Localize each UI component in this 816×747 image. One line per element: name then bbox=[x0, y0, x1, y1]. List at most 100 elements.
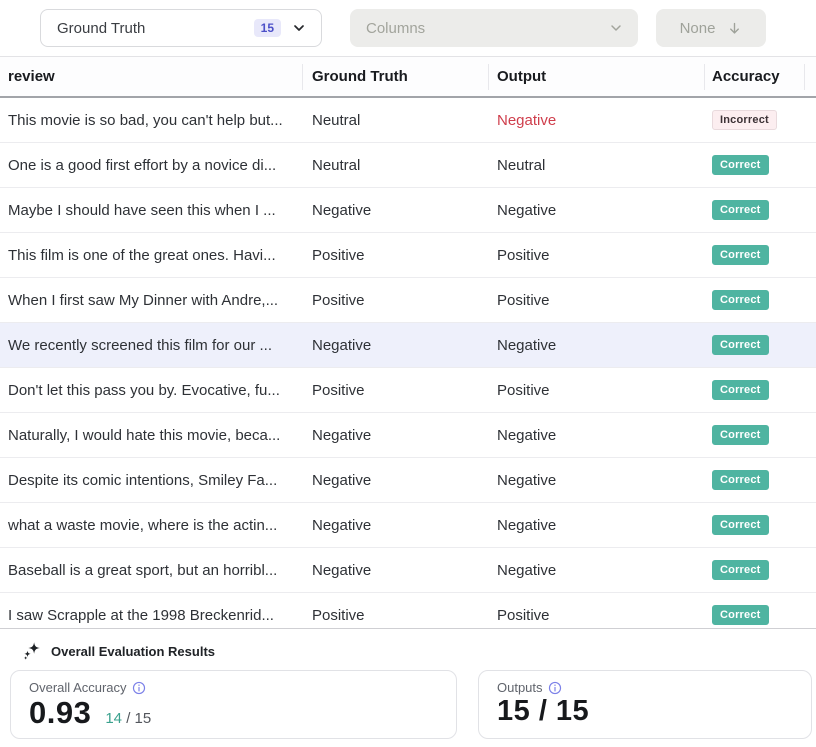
overall-results-panel: Overall Evaluation Results Overall Accur… bbox=[0, 628, 816, 747]
cell-accuracy: Correct bbox=[705, 470, 805, 490]
table-row[interactable]: Naturally, I would hate this movie, beca… bbox=[0, 413, 816, 458]
table-row[interactable]: This movie is so bad, you can't help but… bbox=[0, 98, 816, 143]
cell-ground-truth: Negative bbox=[303, 517, 489, 534]
cell-ground-truth: Neutral bbox=[303, 112, 489, 129]
columns-select-label: Columns bbox=[366, 20, 608, 37]
accuracy-badge: Correct bbox=[712, 335, 769, 355]
accuracy-badge: Correct bbox=[712, 155, 769, 175]
cell-review: Maybe I should have seen this when I ... bbox=[0, 202, 303, 219]
table-row[interactable]: One is a good first effort by a novice d… bbox=[0, 143, 816, 188]
table-row[interactable]: We recently screened this film for our .… bbox=[0, 323, 816, 368]
cell-review: Despite its comic intentions, Smiley Fa.… bbox=[0, 472, 303, 489]
accuracy-badge: Correct bbox=[712, 515, 769, 535]
outputs-label: Outputs bbox=[497, 680, 543, 695]
column-header-accuracy: Accuracy bbox=[705, 64, 805, 90]
cell-ground-truth: Negative bbox=[303, 472, 489, 489]
cell-output: Negative bbox=[489, 472, 705, 489]
table-row[interactable]: Don't let this pass you by. Evocative, f… bbox=[0, 368, 816, 413]
cell-accuracy: Correct bbox=[705, 380, 805, 400]
table-row[interactable]: what a waste movie, where is the actin..… bbox=[0, 503, 816, 548]
info-icon[interactable] bbox=[132, 681, 146, 695]
accuracy-badge: Correct bbox=[712, 605, 769, 625]
outputs-card: Outputs 15 / 15 bbox=[478, 670, 812, 739]
cell-output: Negative bbox=[489, 427, 705, 444]
evaluation-panel: Ground Truth 15 Columns None review Grou… bbox=[0, 0, 816, 747]
cell-ground-truth: Negative bbox=[303, 562, 489, 579]
cell-review: Naturally, I would hate this movie, beca… bbox=[0, 427, 303, 444]
accuracy-badge: Correct bbox=[712, 380, 769, 400]
cell-accuracy: Correct bbox=[705, 560, 805, 580]
cell-output: Negative bbox=[489, 517, 705, 534]
cell-ground-truth: Positive bbox=[303, 247, 489, 264]
column-header-review: review bbox=[0, 64, 303, 90]
accuracy-badge: Incorrect bbox=[712, 110, 777, 130]
cell-accuracy: Correct bbox=[705, 245, 805, 265]
accuracy-badge: Correct bbox=[712, 470, 769, 490]
cell-review: This film is one of the great ones. Havi… bbox=[0, 247, 303, 264]
cell-output: Positive bbox=[489, 607, 705, 624]
cell-review: Baseball is a great sport, but an horrib… bbox=[0, 562, 303, 579]
sparkles-icon bbox=[22, 641, 42, 661]
cell-review: We recently screened this film for our .… bbox=[0, 337, 303, 354]
cell-review: This movie is so bad, you can't help but… bbox=[0, 112, 303, 129]
table-row[interactable]: Baseball is a great sport, but an horrib… bbox=[0, 548, 816, 593]
table-row[interactable]: When I first saw My Dinner with Andre,..… bbox=[0, 278, 816, 323]
sort-button[interactable]: None bbox=[656, 9, 766, 47]
filter-count-badge: 15 bbox=[254, 19, 281, 37]
cell-accuracy: Incorrect bbox=[705, 110, 805, 130]
cell-output: Negative bbox=[489, 562, 705, 579]
toolbar: Ground Truth 15 Columns None bbox=[0, 0, 816, 57]
cell-ground-truth: Neutral bbox=[303, 157, 489, 174]
columns-select[interactable]: Columns bbox=[350, 9, 638, 47]
table-row[interactable]: I saw Scrapple at the 1998 Breckenrid...… bbox=[0, 593, 816, 628]
cell-ground-truth: Negative bbox=[303, 337, 489, 354]
cell-review: I saw Scrapple at the 1998 Breckenrid... bbox=[0, 607, 303, 624]
cell-review: When I first saw My Dinner with Andre,..… bbox=[0, 292, 303, 309]
cell-output: Negative bbox=[489, 112, 705, 129]
overall-accuracy-card: Overall Accuracy 0.93 14 / 15 bbox=[10, 670, 457, 739]
table-row[interactable]: Despite its comic intentions, Smiley Fa.… bbox=[0, 458, 816, 503]
cell-accuracy: Correct bbox=[705, 515, 805, 535]
ground-truth-filter-select[interactable]: Ground Truth 15 bbox=[40, 9, 322, 47]
chevron-down-icon bbox=[291, 20, 307, 36]
results-title-row: Overall Evaluation Results bbox=[0, 638, 816, 664]
overall-accuracy-label: Overall Accuracy bbox=[29, 680, 127, 695]
info-icon[interactable] bbox=[548, 681, 562, 695]
cell-output: Neutral bbox=[489, 157, 705, 174]
cell-review: Don't let this pass you by. Evocative, f… bbox=[0, 382, 303, 399]
results-cards: Overall Accuracy 0.93 14 / 15 Outputs bbox=[0, 670, 816, 739]
cell-output: Positive bbox=[489, 292, 705, 309]
column-header-ground-truth: Ground Truth bbox=[303, 64, 489, 90]
cell-output: Positive bbox=[489, 382, 705, 399]
cell-accuracy: Correct bbox=[705, 335, 805, 355]
cell-output: Negative bbox=[489, 202, 705, 219]
cell-accuracy: Correct bbox=[705, 290, 805, 310]
cell-accuracy: Correct bbox=[705, 605, 805, 625]
cell-ground-truth: Positive bbox=[303, 607, 489, 624]
accuracy-badge: Correct bbox=[712, 200, 769, 220]
filter-select-label: Ground Truth bbox=[57, 20, 254, 37]
cell-accuracy: Correct bbox=[705, 155, 805, 175]
table-header: review Ground Truth Output Accuracy bbox=[0, 57, 816, 98]
table-row[interactable]: This film is one of the great ones. Havi… bbox=[0, 233, 816, 278]
cell-output: Positive bbox=[489, 247, 705, 264]
sort-button-label: None bbox=[680, 20, 716, 37]
arrow-down-icon bbox=[727, 21, 742, 36]
table-body: This movie is so bad, you can't help but… bbox=[0, 98, 816, 628]
cell-ground-truth: Negative bbox=[303, 202, 489, 219]
overall-accuracy-fraction: 14 / 15 bbox=[105, 710, 151, 727]
outputs-value: 15 / 15 bbox=[497, 695, 589, 728]
chevron-down-icon bbox=[608, 20, 624, 36]
overall-accuracy-value: 0.93 bbox=[29, 695, 91, 731]
cell-accuracy: Correct bbox=[705, 425, 805, 445]
accuracy-badge: Correct bbox=[712, 560, 769, 580]
cell-review: One is a good first effort by a novice d… bbox=[0, 157, 303, 174]
accuracy-badge: Correct bbox=[712, 425, 769, 445]
cell-output: Negative bbox=[489, 337, 705, 354]
cell-ground-truth: Positive bbox=[303, 292, 489, 309]
table-row[interactable]: Maybe I should have seen this when I ...… bbox=[0, 188, 816, 233]
cell-review: what a waste movie, where is the actin..… bbox=[0, 517, 303, 534]
cell-accuracy: Correct bbox=[705, 200, 805, 220]
accuracy-badge: Correct bbox=[712, 290, 769, 310]
results-title: Overall Evaluation Results bbox=[51, 644, 215, 659]
